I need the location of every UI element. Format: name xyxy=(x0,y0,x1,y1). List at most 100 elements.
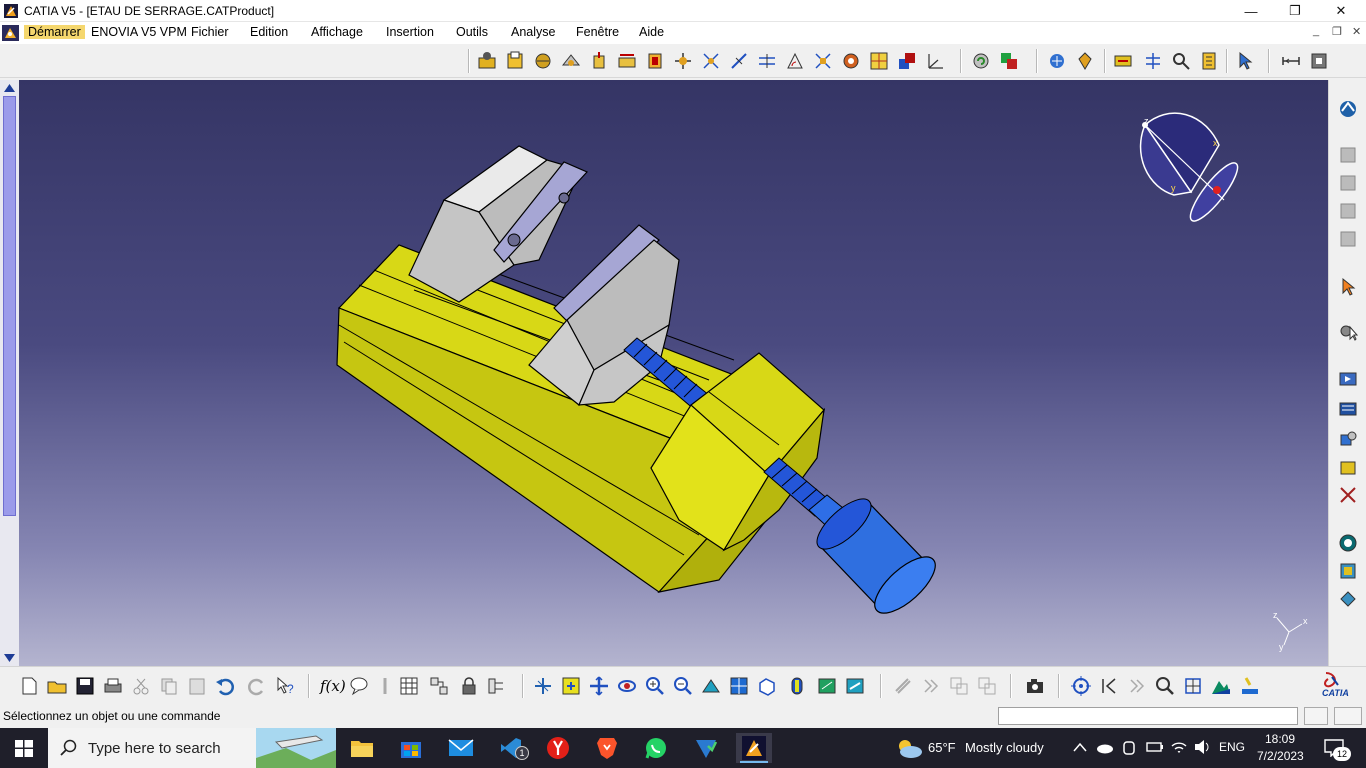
command-grid-button[interactable] xyxy=(1334,707,1362,725)
weather-description[interactable]: Mostly cloudy xyxy=(965,740,1044,755)
track-icon[interactable] xyxy=(1337,398,1359,420)
mdi-close-button[interactable]: ✕ xyxy=(1352,25,1361,38)
sectioning-icon[interactable] xyxy=(1142,50,1164,72)
tools-icon[interactable] xyxy=(1337,484,1359,506)
copy-doc-icon[interactable] xyxy=(158,675,180,697)
select-icon[interactable] xyxy=(1234,50,1256,72)
3d-viewport[interactable]: z x y z x y xyxy=(19,80,1328,666)
landscape-icon[interactable] xyxy=(1210,675,1232,697)
windows-start-icon[interactable] xyxy=(15,740,33,757)
update-icon[interactable] xyxy=(970,50,992,72)
contact-constraint-icon[interactable] xyxy=(728,50,750,72)
quick-view-icon[interactable] xyxy=(756,675,778,697)
fit-all-icon[interactable] xyxy=(560,675,582,697)
taskbar-whatsapp[interactable] xyxy=(638,733,674,763)
weather-cloud-icon[interactable] xyxy=(895,737,923,759)
graph-tree-reorder-icon[interactable] xyxy=(644,50,666,72)
menu-analyse[interactable]: Analyse xyxy=(511,25,555,39)
manipulation-icon[interactable] xyxy=(998,50,1020,72)
disabled-tool-icon[interactable] xyxy=(892,675,914,697)
fly-mode-icon[interactable] xyxy=(532,675,554,697)
taskbar-vscode[interactable]: 1 xyxy=(493,733,529,763)
angle-constraint-icon[interactable] xyxy=(784,50,806,72)
open-folder-icon[interactable] xyxy=(46,675,68,697)
menu-edition[interactable]: Edition xyxy=(250,25,288,39)
meet-icon[interactable] xyxy=(1122,739,1138,757)
axis-system-icon[interactable] xyxy=(924,50,946,72)
new-part-icon[interactable] xyxy=(560,50,582,72)
taskbar-search-box[interactable]: Type here to search xyxy=(48,728,336,768)
quick-constraint-icon[interactable] xyxy=(868,50,890,72)
product-structure-icon[interactable] xyxy=(476,50,498,72)
menu-fenetre[interactable]: Fenêtre xyxy=(576,25,619,39)
onedrive-icon[interactable] xyxy=(1096,740,1114,754)
save-icon[interactable] xyxy=(74,675,96,697)
scenes-icon[interactable] xyxy=(1337,456,1359,478)
cut-icon[interactable] xyxy=(1337,144,1359,166)
simulation-icon[interactable] xyxy=(1337,368,1359,390)
shading-icon[interactable] xyxy=(786,675,808,697)
language-indicator[interactable]: ENG xyxy=(1219,740,1245,754)
clash-icon[interactable] xyxy=(1112,50,1134,72)
disabled-forward-icon[interactable] xyxy=(920,675,942,697)
scroll-up-icon[interactable] xyxy=(3,82,16,94)
fix-together-icon[interactable] xyxy=(840,50,862,72)
knowledge-icon[interactable] xyxy=(374,675,396,697)
menu-enovia[interactable]: ENOVIA V5 VPM xyxy=(91,25,187,39)
rewind-icon[interactable] xyxy=(1098,675,1120,697)
publication-icon[interactable] xyxy=(1337,588,1359,610)
whats-this-icon[interactable]: ? xyxy=(274,675,296,697)
design-table-icon[interactable] xyxy=(428,675,450,697)
lock-icon[interactable] xyxy=(458,675,480,697)
redo-icon[interactable] xyxy=(246,675,268,697)
clock-date[interactable]: 7/2/2023 xyxy=(1257,749,1304,763)
menu-aide[interactable]: Aide xyxy=(639,25,664,39)
search-icon[interactable] xyxy=(1154,675,1176,697)
clock-time[interactable]: 18:09 xyxy=(1265,732,1295,746)
disabled-group-icon[interactable] xyxy=(948,675,970,697)
table-icon[interactable] xyxy=(398,675,420,697)
zoom-out-icon[interactable] xyxy=(672,675,694,697)
replace-component-icon[interactable] xyxy=(616,50,638,72)
undo-icon[interactable] xyxy=(214,675,236,697)
distance-analysis-icon[interactable] xyxy=(1170,50,1192,72)
measure-item-icon[interactable] xyxy=(1308,50,1330,72)
workbench-icon[interactable] xyxy=(1337,98,1359,120)
measure-between-icon[interactable] xyxy=(1280,50,1302,72)
battery-icon[interactable] xyxy=(1146,740,1164,754)
taskbar-file-explorer[interactable] xyxy=(344,733,380,763)
compass-widget[interactable] xyxy=(1139,112,1244,226)
hide-show-icon[interactable] xyxy=(816,675,838,697)
print-icon[interactable] xyxy=(102,675,124,697)
menu-demarrer[interactable]: Démarrer xyxy=(24,25,85,39)
rotate-icon[interactable] xyxy=(616,675,638,697)
paste-icon[interactable] xyxy=(1337,200,1359,222)
pan-icon[interactable] xyxy=(588,675,610,697)
select-arrow-icon[interactable] xyxy=(1337,276,1359,298)
command-input[interactable] xyxy=(998,707,1298,725)
fast-forward-icon[interactable] xyxy=(1126,675,1148,697)
paste-doc-icon[interactable] xyxy=(186,675,208,697)
swap-visible-space-icon[interactable] xyxy=(844,675,866,697)
cut-scissors-icon[interactable] xyxy=(130,675,152,697)
new-product-icon[interactable] xyxy=(532,50,554,72)
fix-component-icon[interactable] xyxy=(812,50,834,72)
taskbar-mail[interactable] xyxy=(443,733,479,763)
zoom-in-icon[interactable] xyxy=(644,675,666,697)
explode-icon[interactable] xyxy=(1074,50,1096,72)
taskbar-yandex[interactable] xyxy=(540,733,576,763)
bill-of-material-icon[interactable] xyxy=(1198,50,1220,72)
catalog-icon[interactable] xyxy=(1337,560,1359,582)
command-history-button[interactable] xyxy=(1304,707,1328,725)
existing-component-icon[interactable] xyxy=(588,50,610,72)
scrollbar-thumb[interactable] xyxy=(3,96,16,516)
minimize-button[interactable]: — xyxy=(1228,0,1274,22)
formula-button[interactable]: f(x) xyxy=(320,677,346,695)
left-scrollbar[interactable] xyxy=(0,80,19,666)
wifi-icon[interactable] xyxy=(1170,738,1188,756)
generate-numbering-icon[interactable] xyxy=(672,50,694,72)
menu-affichage[interactable]: Affichage xyxy=(311,25,363,39)
scene-icon[interactable] xyxy=(1337,428,1359,450)
camera-icon[interactable] xyxy=(1024,675,1046,697)
taskbar-catia[interactable] xyxy=(736,733,772,763)
